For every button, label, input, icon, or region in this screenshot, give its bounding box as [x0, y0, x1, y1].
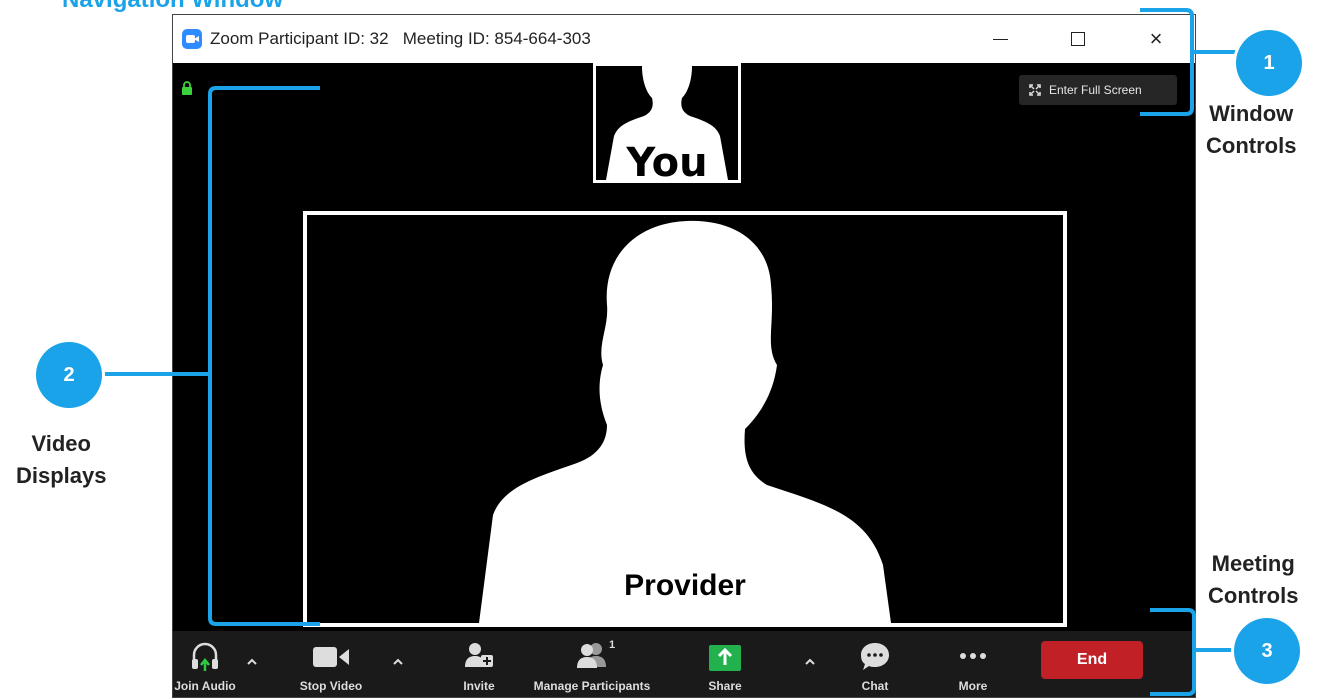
chat-label: Chat	[861, 679, 889, 693]
full-screen-label: Enter Full Screen	[1049, 83, 1142, 97]
join-audio-label: Join Audio	[174, 679, 236, 693]
video-camera-icon	[313, 647, 349, 667]
callout-label-2: Video Displays	[16, 428, 107, 492]
full-screen-icon	[1029, 84, 1041, 96]
invite-button[interactable]: Invite	[449, 631, 509, 697]
callout-label-1: Window Controls	[1206, 98, 1296, 162]
page-heading: Navigation Window	[62, 0, 283, 14]
stop-video-button[interactable]: Stop Video	[285, 631, 377, 697]
more-button[interactable]: More	[953, 631, 993, 697]
participants-icon	[577, 643, 606, 668]
callout-label-3: Meeting Controls	[1208, 548, 1298, 612]
provider-video-tile: Provider	[303, 211, 1067, 627]
close-icon: ×	[1149, 26, 1163, 51]
callout-3-line-1: Meeting	[1211, 551, 1295, 576]
join-audio-button[interactable]: Join Audio	[173, 631, 237, 697]
stop-video-label: Stop Video	[299, 679, 363, 693]
chat-bubble-icon	[861, 643, 889, 670]
lock-icon	[182, 81, 192, 95]
self-video-tile: You	[593, 63, 741, 183]
video-options-chevron-up-icon[interactable]	[391, 655, 405, 669]
end-meeting-button[interactable]: End	[1041, 641, 1143, 679]
more-dots-icon	[960, 653, 986, 659]
meeting-toolbar: Join Audio Stop Video Invite 1 Manage Pa…	[173, 631, 1195, 697]
share-button[interactable]: Share	[705, 631, 745, 697]
close-button[interactable]: ×	[1117, 15, 1195, 63]
maximize-button[interactable]	[1039, 15, 1117, 63]
callout-2-line-2: Displays	[16, 463, 107, 488]
enter-full-screen-button[interactable]: Enter Full Screen	[1019, 75, 1177, 105]
callout-badge-1: 1	[1236, 30, 1302, 96]
more-label: More	[958, 679, 988, 693]
title-bar: Zoom Participant ID: 32 Meeting ID: 854-…	[173, 15, 1195, 63]
self-video-label: You	[626, 140, 708, 183]
add-person-icon	[465, 643, 493, 667]
provider-video-label: Provider	[624, 569, 746, 602]
callout-1-line-1: Window	[1209, 101, 1294, 126]
chat-button[interactable]: Chat	[855, 631, 895, 697]
provider-silhouette	[479, 220, 891, 623]
manage-participants-label: Manage Participants	[533, 679, 651, 693]
invite-label: Invite	[463, 679, 495, 693]
share-label: Share	[708, 679, 742, 693]
callout-badge-2: 2	[36, 342, 102, 408]
callout-1-line-2: Controls	[1206, 133, 1297, 158]
participant-count-badge: 1	[609, 639, 616, 651]
callout-2-line-1: Video	[31, 431, 91, 456]
window-controls: ×	[961, 15, 1195, 63]
share-options-chevron-up-icon[interactable]	[803, 655, 817, 669]
zoom-window: Zoom Participant ID: 32 Meeting ID: 854-…	[172, 14, 1196, 698]
window-title: Zoom Participant ID: 32 Meeting ID: 854-…	[210, 29, 591, 48]
audio-options-chevron-up-icon[interactable]	[245, 655, 259, 669]
zoom-logo-icon	[182, 29, 202, 49]
callout-badge-3: 3	[1234, 618, 1300, 684]
manage-participants-button[interactable]: 1 Manage Participants	[525, 631, 659, 697]
share-screen-icon	[709, 645, 741, 671]
minimize-icon	[992, 38, 1008, 40]
callout-3-line-2: Controls	[1208, 583, 1299, 608]
headphones-icon	[192, 642, 218, 671]
minimize-button[interactable]	[961, 15, 1039, 63]
maximize-icon	[1071, 32, 1085, 46]
